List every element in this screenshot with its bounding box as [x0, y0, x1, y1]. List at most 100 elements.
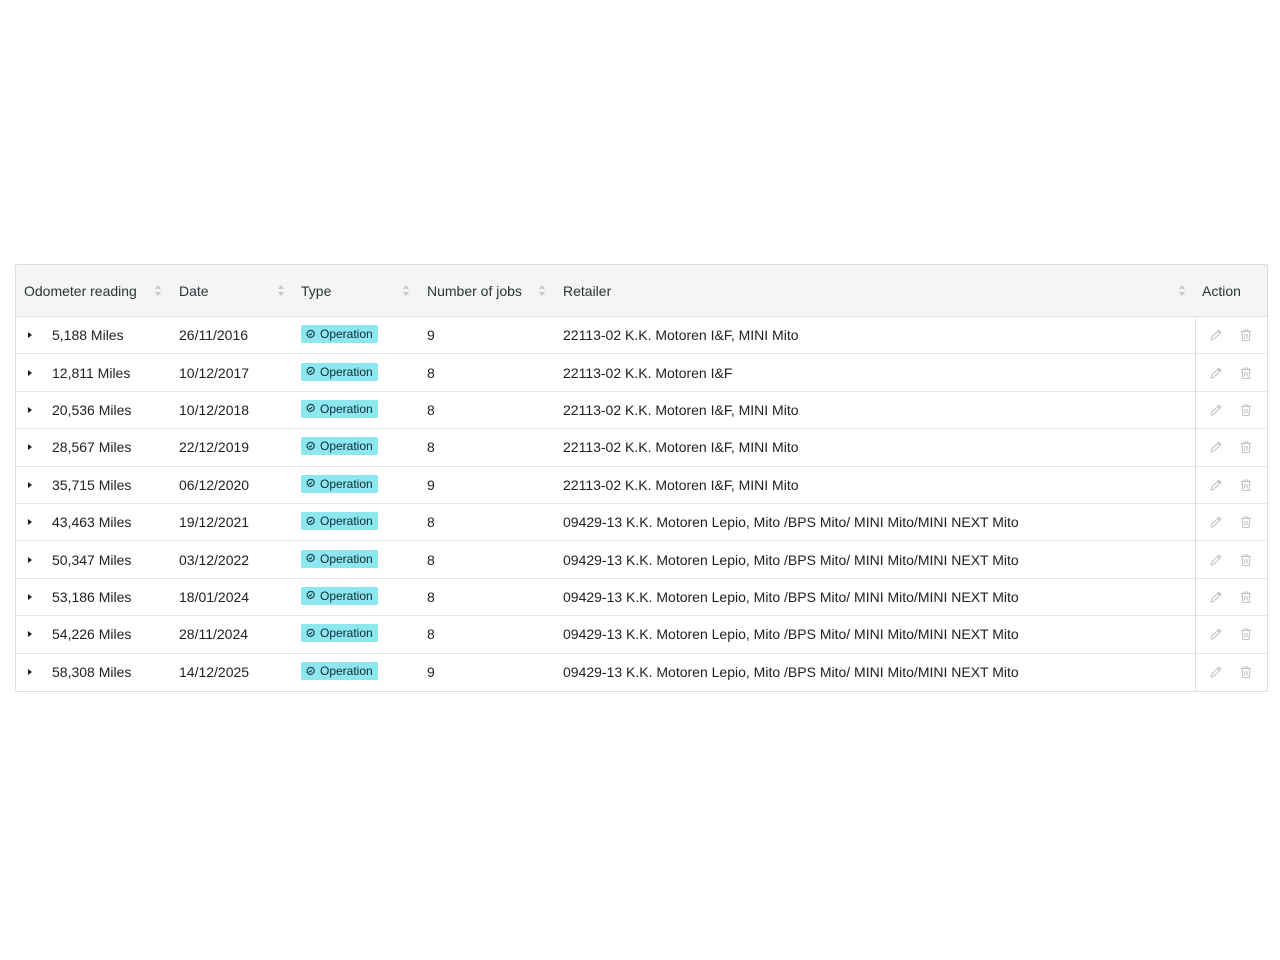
- pencil-icon[interactable]: [1209, 590, 1223, 604]
- cell-type: Operation: [294, 392, 419, 428]
- caret-right-icon[interactable]: [28, 519, 32, 526]
- gear-check-icon: [306, 366, 315, 376]
- type-badge: Operation: [301, 549, 378, 568]
- gear-check-icon: [306, 329, 315, 338]
- cell-type: Operation: [294, 579, 419, 615]
- table-body: 5,188 Miles 26/11/2016 Operation 9 22113…: [16, 317, 1267, 691]
- gear-check-icon: [306, 516, 315, 525]
- type-badge: Operation: [301, 399, 378, 418]
- sort-icon[interactable]: [1179, 284, 1187, 297]
- type-badge: Operation: [301, 624, 378, 643]
- cell-type: Operation: [294, 317, 419, 353]
- gear-check-icon: [306, 628, 315, 638]
- cell-date: 06/12/2020: [171, 467, 294, 503]
- column-header-jobs[interactable]: Number of jobs: [419, 265, 555, 316]
- table-row: 43,463 Miles 19/12/2021 Operation 8 0942…: [16, 503, 1267, 542]
- jobs-value: 8: [427, 551, 435, 568]
- column-header-label: Retailer: [563, 282, 612, 299]
- jobs-value: 9: [427, 327, 435, 344]
- retailer-value: 22113-02 K.K. Motoren I&F, MINI Mito: [563, 401, 799, 418]
- sort-icon[interactable]: [539, 284, 547, 297]
- cell-date: 28/11/2024: [171, 616, 294, 652]
- trash-icon[interactable]: [1239, 553, 1253, 567]
- table-header: Odometer reading Date Type Number of job…: [16, 265, 1267, 317]
- cell-action: [1195, 503, 1267, 541]
- trash-icon[interactable]: [1239, 515, 1253, 529]
- column-header-odometer[interactable]: Odometer reading: [16, 265, 171, 316]
- table-row: 5,188 Miles 26/11/2016 Operation 9 22113…: [16, 317, 1267, 355]
- column-header-retailer[interactable]: Retailer: [555, 265, 1195, 316]
- cell-jobs: 8: [419, 354, 555, 390]
- trash-icon[interactable]: [1239, 328, 1253, 342]
- type-badge: Operation: [301, 362, 378, 381]
- pencil-icon[interactable]: [1209, 403, 1223, 417]
- caret-right-icon[interactable]: [28, 631, 32, 638]
- column-header-date[interactable]: Date: [171, 265, 294, 316]
- cell-odometer: 35,715 Miles: [16, 467, 171, 503]
- sort-icon[interactable]: [155, 284, 163, 297]
- date-value: 18/01/2024: [179, 588, 250, 605]
- pencil-icon[interactable]: [1209, 553, 1223, 567]
- date-value: 26/11/2016: [179, 327, 249, 344]
- column-header-label: Odometer reading: [24, 282, 137, 299]
- retailer-value: 22113-02 K.K. Motoren I&F, MINI Mito: [563, 327, 799, 344]
- trash-icon[interactable]: [1239, 478, 1253, 492]
- cell-retailer: 09429-13 K.K. Motoren Lepio, Mito /BPS M…: [555, 504, 1195, 540]
- cell-action: [1195, 541, 1267, 578]
- table-row: 35,715 Miles 06/12/2020 Operation 9 2211…: [16, 466, 1267, 504]
- trash-icon[interactable]: [1239, 665, 1253, 679]
- retailer-value: 09429-13 K.K. Motoren Lepio, Mito /BPS M…: [563, 588, 1019, 605]
- pencil-icon[interactable]: [1209, 478, 1223, 492]
- odometer-value: 28,567 Miles: [52, 439, 132, 456]
- type-badge: Operation: [301, 437, 378, 456]
- cell-type: Operation: [294, 654, 419, 691]
- trash-icon[interactable]: [1239, 366, 1253, 380]
- type-badge: Operation: [301, 662, 378, 681]
- odometer-value: 35,715 Miles: [52, 476, 132, 493]
- column-header-label: Action: [1202, 282, 1241, 299]
- type-badge: Operation: [301, 474, 378, 493]
- caret-right-icon[interactable]: [28, 406, 32, 413]
- column-header-type[interactable]: Type: [294, 265, 419, 316]
- caret-right-icon[interactable]: [28, 556, 32, 563]
- pencil-icon[interactable]: [1209, 328, 1223, 342]
- cell-date: 10/12/2017: [171, 354, 294, 390]
- cell-jobs: 9: [419, 317, 555, 353]
- odometer-value: 12,811 Miles: [52, 364, 131, 381]
- date-value: 10/12/2018: [179, 401, 250, 418]
- cell-odometer: 43,463 Miles: [16, 504, 171, 540]
- pencil-icon[interactable]: [1209, 665, 1223, 679]
- sort-icon[interactable]: [278, 284, 286, 297]
- caret-right-icon[interactable]: [28, 332, 32, 339]
- column-header-label: Date: [179, 282, 209, 299]
- pencil-icon[interactable]: [1209, 440, 1223, 454]
- retailer-value: 09429-13 K.K. Motoren Lepio, Mito /BPS M…: [563, 664, 1019, 681]
- type-badge-label: Operation: [320, 551, 373, 566]
- caret-right-icon[interactable]: [28, 369, 32, 376]
- pencil-icon[interactable]: [1209, 627, 1223, 641]
- sort-icon[interactable]: [403, 284, 411, 297]
- retailer-value: 22113-02 K.K. Motoren I&F, MINI Mito: [563, 439, 799, 456]
- pencil-icon[interactable]: [1209, 515, 1223, 529]
- cell-jobs: 8: [419, 429, 555, 465]
- cell-retailer: 09429-13 K.K. Motoren Lepio, Mito /BPS M…: [555, 616, 1195, 652]
- cell-action: [1195, 466, 1267, 503]
- caret-right-icon[interactable]: [28, 481, 32, 488]
- cell-jobs: 8: [419, 504, 555, 540]
- table-row: 20,536 Miles 10/12/2018 Operation 8 2211…: [16, 391, 1267, 430]
- trash-icon[interactable]: [1239, 440, 1253, 454]
- trash-icon[interactable]: [1239, 590, 1253, 604]
- cell-date: 26/11/2016: [171, 317, 294, 353]
- trash-icon[interactable]: [1239, 627, 1253, 641]
- caret-right-icon[interactable]: [28, 669, 32, 676]
- cell-odometer: 54,226 Miles: [16, 616, 171, 652]
- type-badge-label: Operation: [320, 476, 373, 491]
- date-value: 10/12/2017: [179, 364, 250, 381]
- caret-right-icon[interactable]: [28, 444, 32, 451]
- cell-retailer: 22113-02 K.K. Motoren I&F, MINI Mito: [555, 317, 1195, 353]
- jobs-value: 8: [427, 588, 435, 605]
- pencil-icon[interactable]: [1209, 366, 1223, 380]
- caret-right-icon[interactable]: [28, 593, 32, 600]
- jobs-value: 9: [427, 664, 435, 681]
- trash-icon[interactable]: [1239, 403, 1253, 417]
